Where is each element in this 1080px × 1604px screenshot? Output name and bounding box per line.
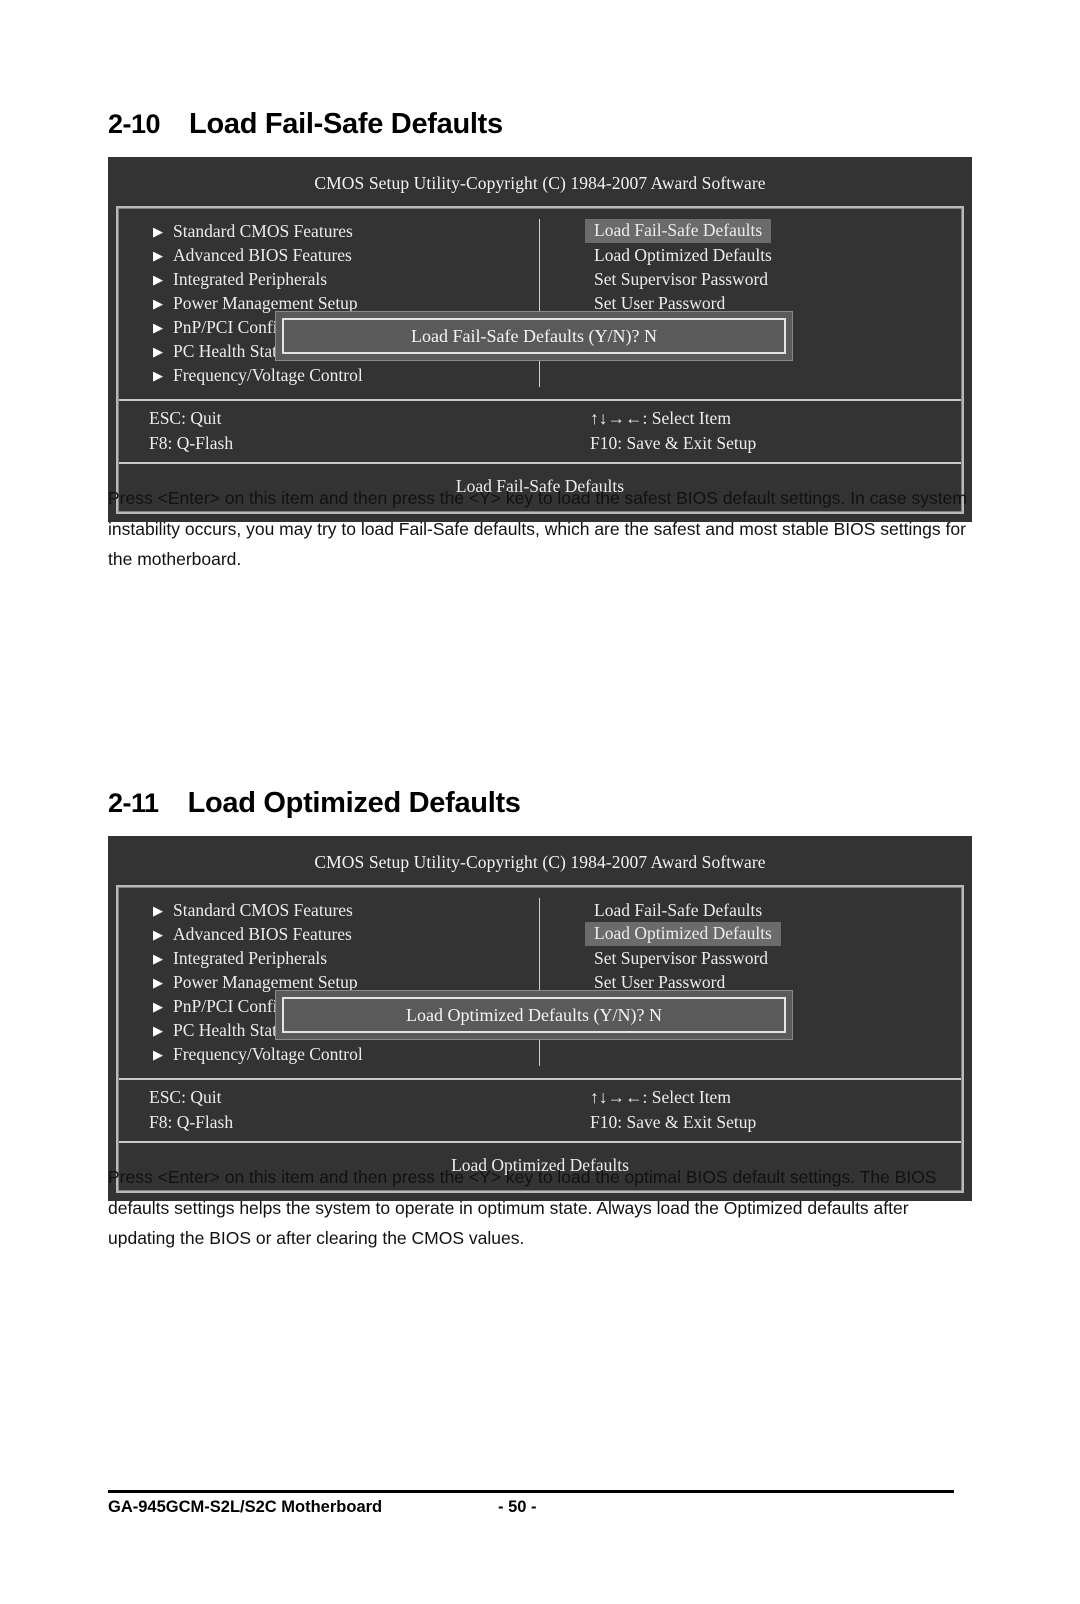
key-f10-save-exit: F10: Save & Exit Setup (590, 433, 757, 453)
key-f8-qflash: F8: Q-Flash (149, 1112, 234, 1132)
menu-item-label: Integrated Peripherals (173, 947, 328, 968)
key-esc-quit: ESC: Quit (149, 1087, 222, 1107)
menu-item-label: Frequency/Voltage Control (173, 1043, 363, 1064)
page-footer: GA-945GCM-S2L/S2C Motherboard - 50 - (108, 1498, 954, 1517)
triangle-right-icon: ▶ (153, 1022, 163, 1038)
triangle-right-icon: ▶ (153, 223, 163, 239)
bios-screenshot-fail-safe: CMOS Setup Utility-Copyright (C) 1984-20… (108, 157, 972, 522)
key-arrows-select-item: ↑↓→←: Select Item (590, 408, 731, 428)
menu-item-label: Integrated Peripherals (173, 268, 328, 289)
menu-item-integrated-peripherals[interactable]: ▶ Integrated Peripherals (153, 946, 539, 970)
menu-item-label: Load Fail-Safe Defaults (594, 899, 763, 920)
menu-item-load-optimized-defaults[interactable]: Load Optimized Defaults (585, 922, 961, 946)
key-help-right: ↑↓→←: Select Item F10: Save & Exit Setup (540, 1085, 961, 1135)
menu-item-standard-cmos-features[interactable]: ▶ Standard CMOS Features (153, 219, 539, 243)
key-help-left: ESC: Quit F8: Q-Flash (119, 406, 540, 456)
menu-item-advanced-bios-features[interactable]: ▶ Advanced BIOS Features (153, 243, 539, 267)
confirm-dialog-fail-safe[interactable]: Load Fail-Safe Defaults (Y/N)? N (275, 311, 793, 361)
triangle-right-icon: ▶ (153, 343, 163, 359)
bios-menu-right-column: Load Fail-Safe Defaults Load Optimized D… (540, 898, 961, 1066)
menu-item-label: Advanced BIOS Features (173, 244, 352, 265)
bios-outer-frame: ▶ Standard CMOS Features ▶ Advanced BIOS F… (116, 885, 964, 1193)
triangle-right-icon: ▶ (153, 295, 163, 311)
bios-menu-region: ▶ Standard CMOS Features ▶ Advanced BIOS F… (119, 209, 961, 399)
triangle-right-icon: ▶ (153, 950, 163, 966)
section-heading-2-11: 2-11 Load Optimized Defaults (108, 787, 521, 820)
section-number: 2-10 (108, 109, 161, 139)
menu-item-standard-cmos-features[interactable]: ▶ Standard CMOS Features (153, 898, 539, 922)
bios-screenshot-optimized: CMOS Setup Utility-Copyright (C) 1984-20… (108, 836, 972, 1201)
bios-menu-region: ▶ Standard CMOS Features ▶ Advanced BIOS F… (119, 888, 961, 1078)
confirm-dialog-prompt: Load Optimized Defaults (Y/N)? N (406, 1004, 662, 1025)
menu-item-label: Frequency/Voltage Control (173, 364, 363, 385)
triangle-right-icon: ▶ (153, 247, 163, 263)
menu-item-label: Standard CMOS Features (173, 220, 353, 241)
triangle-right-icon: ▶ (153, 319, 163, 335)
menu-item-label: Standard CMOS Features (173, 899, 353, 920)
menu-item-frequency-voltage-control[interactable]: ▶ Frequency/Voltage Control (153, 363, 539, 387)
menu-item-label: Load Fail-Safe Defaults (585, 219, 772, 243)
bios-key-help: ESC: Quit F8: Q-Flash ↑↓→←: Select Item … (119, 401, 961, 462)
menu-item-load-optimized-defaults[interactable]: Load Optimized Defaults (594, 243, 961, 267)
confirm-dialog-body: Load Fail-Safe Defaults (Y/N)? N (282, 318, 786, 354)
key-help-right: ↑↓→←: Select Item F10: Save & Exit Setup (540, 406, 961, 456)
bios-outer-frame: ▶ Standard CMOS Features ▶ Advanced BIOS F… (116, 206, 964, 514)
bios-menu-left-column: ▶ Standard CMOS Features ▶ Advanced BIOS F… (119, 898, 540, 1066)
menu-item-label: Set Supervisor Password (594, 947, 769, 968)
bios-title-bar: CMOS Setup Utility-Copyright (C) 1984-20… (314, 852, 766, 872)
triangle-right-icon: ▶ (153, 902, 163, 918)
confirm-dialog-body: Load Optimized Defaults (Y/N)? N (282, 997, 786, 1033)
key-arrows-select-item: ↑↓→←: Select Item (590, 1087, 731, 1107)
footer-product-name: GA-945GCM-S2L/S2C Motherboard (108, 1498, 383, 1516)
menu-item-load-fail-safe-defaults[interactable]: Load Fail-Safe Defaults (594, 898, 961, 922)
section-paragraph-2-11: Press <Enter> on this item and then pres… (108, 1167, 937, 1248)
menu-item-label: Advanced BIOS Features (173, 923, 352, 944)
section-title: Load Fail-Safe Defaults (189, 108, 503, 140)
section-number: 2-11 (108, 788, 159, 818)
section-heading-2-10: 2-10 Load Fail-Safe Defaults (108, 108, 503, 141)
footer-divider (108, 1490, 954, 1493)
menu-item-integrated-peripherals[interactable]: ▶ Integrated Peripherals (153, 267, 539, 291)
menu-item-label: Set Supervisor Password (594, 268, 769, 289)
bios-key-help: ESC: Quit F8: Q-Flash ↑↓→←: Select Item … (119, 1080, 961, 1141)
confirm-dialog-optimized[interactable]: Load Optimized Defaults (Y/N)? N (275, 990, 793, 1040)
menu-item-label: Load Optimized Defaults (585, 922, 781, 946)
triangle-right-icon: ▶ (153, 367, 163, 383)
menu-item-load-fail-safe-defaults[interactable]: Load Fail-Safe Defaults (585, 219, 961, 243)
section-title: Load Optimized Defaults (187, 787, 521, 819)
key-help-left: ESC: Quit F8: Q-Flash (119, 1085, 540, 1135)
menu-item-advanced-bios-features[interactable]: ▶ Advanced BIOS Features (153, 922, 539, 946)
menu-item-frequency-voltage-control[interactable]: ▶ Frequency/Voltage Control (153, 1042, 539, 1066)
key-f8-qflash: F8: Q-Flash (149, 433, 234, 453)
triangle-right-icon: ▶ (153, 271, 163, 287)
menu-item-set-supervisor-password[interactable]: Set Supervisor Password (594, 267, 961, 291)
bios-inner-frame: ▶ Standard CMOS Features ▶ Advanced BIOS F… (118, 208, 962, 512)
menu-item-set-supervisor-password[interactable]: Set Supervisor Password (594, 946, 961, 970)
bios-title-bar: CMOS Setup Utility-Copyright (C) 1984-20… (314, 173, 766, 193)
triangle-right-icon: ▶ (153, 926, 163, 942)
key-f10-save-exit: F10: Save & Exit Setup (590, 1112, 757, 1132)
key-esc-quit: ESC: Quit (149, 408, 222, 428)
triangle-right-icon: ▶ (153, 974, 163, 990)
footer-page-number: - 50 - (498, 1498, 537, 1516)
menu-item-label: Load Optimized Defaults (594, 244, 772, 265)
triangle-right-icon: ▶ (153, 998, 163, 1014)
confirm-dialog-prompt: Load Fail-Safe Defaults (Y/N)? N (411, 325, 657, 346)
bios-menu-right-column: Load Fail-Safe Defaults Load Optimized D… (540, 219, 961, 387)
triangle-right-icon: ▶ (153, 1046, 163, 1062)
bios-menu-left-column: ▶ Standard CMOS Features ▶ Advanced BIOS F… (119, 219, 540, 387)
bios-inner-frame: ▶ Standard CMOS Features ▶ Advanced BIOS F… (118, 887, 962, 1191)
manual-page: 2-10 Load Fail-Safe Defaults CMOS Setup … (0, 0, 1080, 1604)
section-paragraph-2-10: Press <Enter> on this item and then pres… (108, 488, 967, 569)
